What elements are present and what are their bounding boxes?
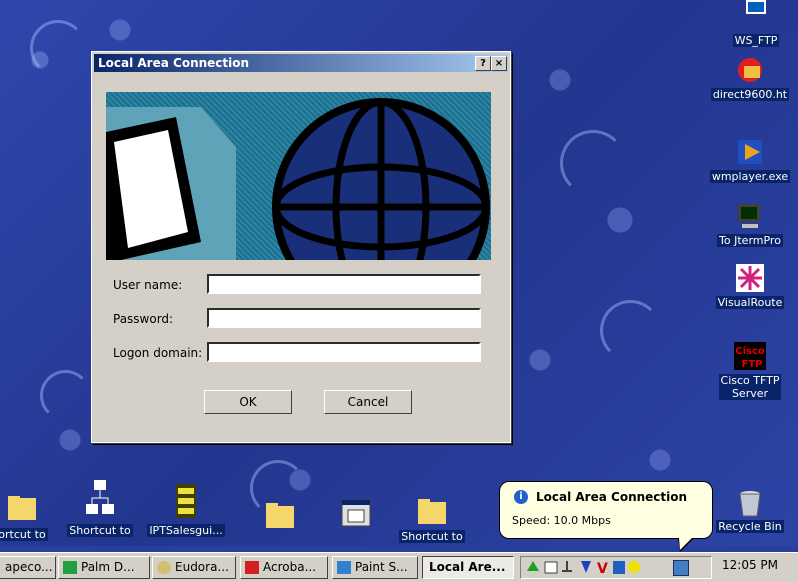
wallpaper-swirl (40, 370, 91, 421)
taskbar-item[interactable]: Paint S... (332, 556, 418, 579)
desktop-icon-label: Shortcut to (67, 524, 133, 537)
svg-text:V: V (597, 561, 608, 577)
dialog-titlebar[interactable]: Local Area Connection ? × (94, 54, 508, 72)
cancel-button[interactable]: Cancel (324, 390, 412, 414)
window-icon (340, 498, 372, 530)
taskbar-item[interactable]: Palm D... (58, 556, 150, 579)
desktop-icon-label: direct9600.ht (710, 88, 790, 101)
desktop-icon-wmplayer[interactable]: wmplayer.exe (704, 136, 796, 183)
balloon-tail-fill (679, 538, 692, 550)
help-button[interactable]: ? (475, 56, 491, 71)
paint-icon (337, 561, 351, 574)
network-balloon-tooltip[interactable]: i Local Area Connection Speed: 10.0 Mbps (499, 481, 713, 552)
eudora-icon (157, 561, 171, 574)
taskbar-item[interactable]: Acroba... (240, 556, 328, 579)
desktop-icon-label: ortcut to (0, 528, 48, 541)
info-icon: i (514, 490, 528, 504)
desktop-icon-cisco-tftp[interactable]: Cisco FTP Cisco TFTP Server (704, 340, 796, 400)
username-input[interactable] (207, 274, 481, 294)
desktop-icon-shortcut-network[interactable]: Shortcut to (60, 476, 140, 537)
username-row: User name: (113, 274, 493, 296)
ok-button[interactable]: OK (204, 390, 292, 414)
network-connection-icon[interactable] (673, 560, 689, 576)
wallpaper-swirl (30, 20, 86, 76)
taskbar-item[interactable]: Eudora... (152, 556, 236, 579)
svg-text:FTP: FTP (742, 359, 763, 370)
logon-domain-label: Logon domain: (113, 346, 203, 360)
system-tray: V (520, 556, 712, 579)
dialog-title: Local Area Connection (98, 56, 250, 70)
desktop-icon-direct9600[interactable]: direct9600.ht (704, 54, 796, 101)
media-player-icon (734, 136, 766, 168)
desktop-icon-label: Cisco TFTP Server (718, 374, 782, 400)
desktop-icon-ws-ftp[interactable]: WS_FTP (716, 0, 796, 47)
desktop-icon-label: IPTSalesgui... (147, 524, 225, 537)
wallpaper-swirl (600, 300, 661, 361)
cisco-tftp-icon: Cisco FTP (734, 340, 766, 372)
archive-icon (170, 480, 202, 522)
password-label: Password: (113, 312, 174, 326)
taskbar: apeco... Palm D... Eudora... Acroba... P… (0, 552, 798, 582)
ftp-icon (740, 0, 772, 32)
username-label: User name: (113, 278, 183, 292)
folder-icon (6, 494, 38, 526)
logon-domain-input[interactable] (207, 342, 481, 362)
browser-document-icon (734, 54, 766, 86)
taskbar-item-label: Paint S... (355, 560, 408, 574)
close-button[interactable]: × (491, 56, 507, 71)
desktop-icon-shortcut-folder[interactable]: ortcut to (0, 494, 62, 541)
password-row: Password: (113, 308, 493, 330)
taskbar-item-label: Acroba... (263, 560, 317, 574)
folder-icon (264, 500, 296, 532)
palm-icon (63, 561, 77, 574)
desktop-icon-label: Shortcut to (399, 530, 465, 543)
desktop-icon-folder[interactable] (240, 500, 320, 547)
taskbar-item-label: Eudora... (175, 560, 229, 574)
desktop-icon-shortcut-folder-2[interactable]: Shortcut to (392, 496, 472, 543)
svg-text:Cisco: Cisco (735, 346, 765, 357)
local-area-connection-dialog: Local Area Connection ? × User name: Pas… (91, 51, 511, 443)
desktop-icon-iptsalesguide[interactable]: IPTSalesgui... (146, 480, 226, 537)
wallpaper-swirl (560, 130, 626, 196)
desktop-icon-label: WS_FTP (732, 34, 780, 47)
taskbar-item-label: Local Are... (429, 560, 506, 574)
taskbar-clock[interactable]: 12:05 PM (722, 558, 778, 572)
desktop-icon-visualroute[interactable]: VisualRoute (704, 262, 796, 309)
taskbar-item-label: apeco... (5, 560, 53, 574)
taskbar-item[interactable]: apeco... (0, 556, 56, 579)
network-icon (84, 476, 116, 522)
recycle-bin-icon (734, 486, 766, 518)
desktop-icon-label: wmplayer.exe (709, 170, 791, 183)
logon-domain-row: Logon domain: (113, 342, 493, 364)
terminal-icon (734, 200, 766, 232)
desktop-icon-label: To JtermPro (717, 234, 783, 247)
visualroute-icon (734, 262, 766, 294)
folder-icon (416, 496, 448, 528)
password-input[interactable] (207, 308, 481, 328)
taskbar-item-active[interactable]: Local Are... (422, 556, 514, 579)
desktop-icon-jtermpro[interactable]: To JtermPro (704, 200, 796, 247)
desktop-icon-label: VisualRoute (715, 296, 785, 309)
desktop-icon-label: Recycle Bin (716, 520, 784, 533)
desktop-icon-recycle-bin[interactable]: Recycle Bin (704, 486, 796, 533)
balloon-title: Local Area Connection (536, 490, 688, 504)
dialog-banner-image (106, 92, 491, 260)
balloon-text: Speed: 10.0 Mbps (512, 514, 611, 527)
taskbar-item-label: Palm D... (81, 560, 135, 574)
acrobat-icon (245, 561, 259, 574)
desktop-icon-window[interactable] (316, 498, 396, 545)
